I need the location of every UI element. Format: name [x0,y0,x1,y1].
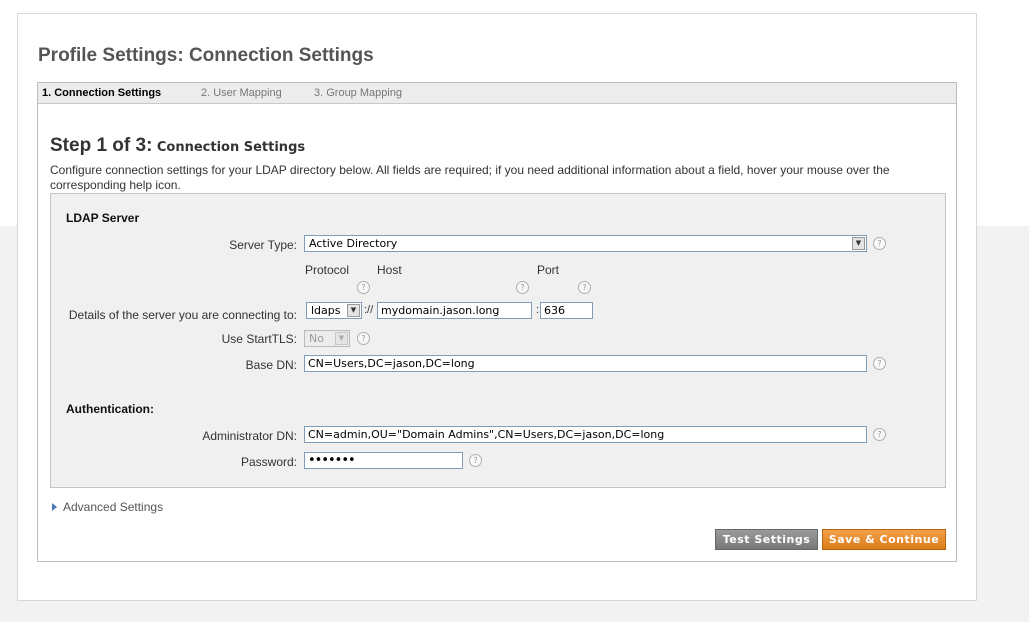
wizard-panel: 1. Connection Settings 2. User Mapping 3… [37,82,957,562]
step-counter: Step 1 of 3: [50,135,153,156]
tab-user-mapping[interactable]: 2. User Mapping [201,87,282,99]
host-header: Host [377,263,402,277]
port-header: Port [537,263,560,277]
settings-form: LDAP Server Server Type: Active Director… [50,193,946,488]
starttls-value: No [309,332,324,345]
wizard-tabs: 1. Connection Settings 2. User Mapping 3… [38,83,956,104]
help-icon[interactable]: ? [357,281,370,294]
password-label: Password: [240,455,297,469]
base-dn-input[interactable]: CN=Users,DC=jason,DC=long [304,355,867,372]
advanced-settings-toggle[interactable]: Advanced Settings [52,500,163,514]
help-icon[interactable]: ? [873,428,886,441]
protocol-separator: :// [364,304,374,316]
protocol-header: Protocol [305,263,350,277]
page-title: Profile Settings: Connection Settings [38,45,374,66]
chevron-down-icon: ▼ [852,237,865,250]
server-type-value: Active Directory [309,237,398,250]
chevron-down-icon: ▼ [347,304,360,317]
expand-triangle-icon [52,503,57,511]
help-icon[interactable]: ? [357,332,370,345]
help-icon[interactable]: ? [873,357,886,370]
admin-dn-label: Administrator DN: [202,429,297,443]
port-input[interactable]: 636 [540,302,593,319]
starttls-select[interactable]: No ▼ [304,330,350,347]
server-type-select[interactable]: Active Directory ▼ [304,235,867,252]
authentication-section-title: Authentication: [66,402,154,416]
port-separator: : [536,304,540,316]
host-input[interactable]: mydomain.jason.long [377,302,532,319]
step-title: Connection Settings [156,140,306,155]
help-icon[interactable]: ? [469,454,482,467]
server-type-label: Server Type: [229,238,297,252]
password-input[interactable]: ••••••• [304,452,463,469]
tab-group-mapping[interactable]: 3. Group Mapping [314,87,402,99]
help-icon[interactable]: ? [578,281,591,294]
protocol-select[interactable]: ldaps ▼ [306,302,362,319]
base-dn-label: Base DN: [245,358,297,372]
save-continue-button[interactable]: Save & Continue [822,529,946,550]
advanced-settings-label: Advanced Settings [63,500,164,514]
tab-connection-settings[interactable]: 1. Connection Settings [42,87,161,99]
help-icon[interactable]: ? [516,281,529,294]
help-icon[interactable]: ? [873,237,886,250]
step-heading: Step 1 of 3: Connection Settings [50,135,305,157]
step-intro: Configure connection settings for your L… [50,163,890,192]
ldap-server-section-title: LDAP Server [66,211,140,225]
admin-dn-input[interactable]: CN=admin,OU="Domain Admins",CN=Users,DC=… [304,426,867,443]
protocol-value: ldaps [311,304,341,317]
chevron-down-icon: ▼ [335,332,348,345]
server-details-label: Details of the server you are connecting… [68,308,297,322]
starttls-label: Use StartTLS: [221,332,297,346]
test-settings-button[interactable]: Test Settings [715,529,818,550]
